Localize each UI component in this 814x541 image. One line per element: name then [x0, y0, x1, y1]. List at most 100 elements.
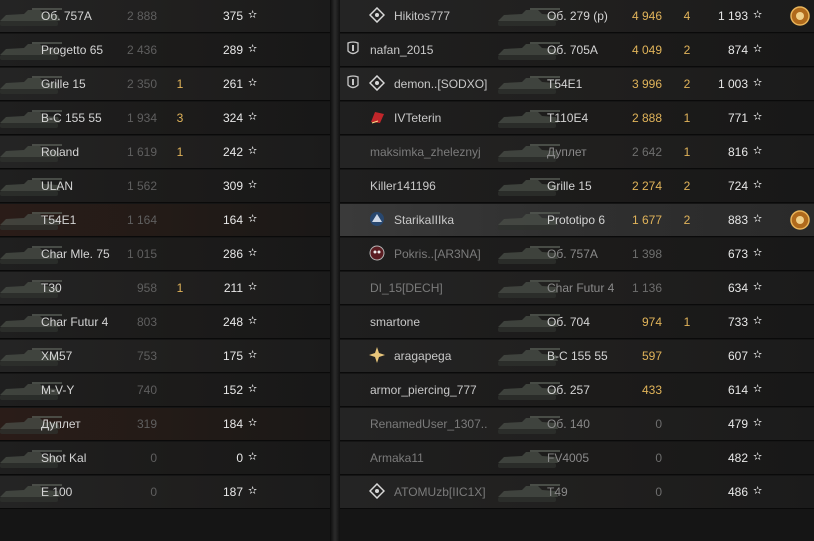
- vehicle-name: Дуплет: [41, 417, 81, 431]
- vehicle-name: Shot Kal: [41, 451, 87, 465]
- left-team-row[interactable]: Grille 15 2 350 1 261 ✫: [0, 68, 330, 101]
- xp-star-icon: ✫: [248, 281, 258, 293]
- xp-value: 482: [727, 451, 748, 465]
- player-name[interactable]: smartone: [370, 315, 490, 329]
- left-team-row[interactable]: T54E1 1 164 164 ✫: [0, 204, 330, 237]
- left-team-row[interactable]: Char Mle. 75 1 015 286 ✫: [0, 238, 330, 271]
- damage-value: 2 888: [631, 111, 662, 125]
- player-name[interactable]: aragapega: [394, 349, 514, 363]
- vehicle-name: B-C 155 55: [41, 111, 102, 125]
- left-team-row[interactable]: Дуплет 319 184 ✫: [0, 408, 330, 441]
- kills-value: 3: [176, 111, 184, 125]
- left-team-row[interactable]: Progetto 65 2 436 289 ✫: [0, 34, 330, 67]
- xp-star-icon: ✫: [248, 145, 258, 157]
- xp-star-icon: ✫: [248, 247, 258, 259]
- vehicle-name: XM57: [41, 349, 73, 363]
- damage-value: 958: [136, 281, 157, 295]
- xp-value: 733: [727, 315, 748, 329]
- right-team-row[interactable]: demon..[SODXO] T54E1 3 996 2 1 003 ✫: [340, 68, 814, 101]
- vehicle-name: FV4005: [547, 451, 590, 465]
- right-team-row[interactable]: Pokris..[AR3NA] Об. 757А 1 398 673 ✫: [340, 238, 814, 271]
- right-team-row[interactable]: Armaka11 FV4005 0 482 ✫: [340, 442, 814, 475]
- left-team-row[interactable]: E 100 0 187 ✫: [0, 476, 330, 509]
- left-team-row[interactable]: ULAN 1 562 309 ✫: [0, 170, 330, 203]
- right-team-row[interactable]: Killer141196 Grille 15 2 274 2 724 ✫: [340, 170, 814, 203]
- damage-value: 1 619: [126, 145, 157, 159]
- kills-value: 1: [683, 145, 691, 159]
- xp-value: 614: [727, 383, 748, 397]
- xp-value: 607: [727, 349, 748, 363]
- damage-value: 1 164: [126, 213, 157, 227]
- medal-icon: [790, 6, 810, 26]
- player-name[interactable]: Pokris..[AR3NA]: [394, 247, 514, 261]
- player-name[interactable]: RenamedUser_1307..: [370, 417, 490, 431]
- right-team-row[interactable]: maksimka_zheleznyj Дуплет 2 642 1 816 ✫: [340, 136, 814, 169]
- right-team-row[interactable]: RenamedUser_1307.. Об. 140 0 479 ✫: [340, 408, 814, 441]
- damage-value: 433: [641, 383, 662, 397]
- right-team-row[interactable]: aragapega B-C 155 55 597 607 ✫: [340, 340, 814, 373]
- damage-value: 803: [136, 315, 157, 329]
- vehicle-name: Char Futur 4: [547, 281, 615, 295]
- player-name[interactable]: Armaka11: [370, 451, 490, 465]
- damage-value: 1 677: [631, 213, 662, 227]
- left-team-row[interactable]: T30 958 1 211 ✫: [0, 272, 330, 305]
- right-team-row[interactable]: smartone Об. 704 974 1 733 ✫: [340, 306, 814, 339]
- kills-value: 1: [176, 77, 184, 91]
- kills-value: 1: [176, 145, 184, 159]
- right-team-row[interactable]: StarikaIIIka Prototipo 6 1 677 2 883 ✫: [340, 204, 814, 237]
- player-name[interactable]: ATOMUzb[IIC1X]: [394, 485, 514, 499]
- player-name[interactable]: Killer141196: [370, 179, 490, 193]
- vehicle-name: Об. 705А: [547, 43, 598, 57]
- xp-star-icon: ✫: [753, 145, 763, 157]
- vehicle-name: Об. 757А: [547, 247, 598, 261]
- right-team-row[interactable]: Hikitos777 Об. 279 (р) 4 946 4 1 193 ✫: [340, 0, 814, 33]
- kills-value: 2: [683, 77, 691, 91]
- left-team-row[interactable]: Об. 757А 2 888 375 ✫: [0, 0, 330, 33]
- vehicle-name: Об. 757А: [41, 9, 92, 23]
- xp-star-icon: ✫: [248, 417, 258, 429]
- damage-value: 2 888: [126, 9, 157, 23]
- player-name[interactable]: demon..[SODXO]: [394, 77, 514, 91]
- damage-value: 0: [655, 485, 662, 499]
- right-team-row[interactable]: IVTeterin T110E4 2 888 1 771 ✫: [340, 102, 814, 135]
- xp-star-icon: ✫: [248, 349, 258, 361]
- player-name[interactable]: armor_piercing_777: [370, 383, 490, 397]
- xp-star-icon: ✫: [248, 43, 258, 55]
- xp-star-icon: ✫: [753, 77, 763, 89]
- right-team-row[interactable]: armor_piercing_777 Об. 257 433 614 ✫: [340, 374, 814, 407]
- diamond-clan-icon: [369, 7, 385, 23]
- xp-value: 164: [222, 213, 243, 227]
- xp-star-icon: ✫: [753, 383, 763, 395]
- right-team-row[interactable]: nafan_2015 Об. 705А 4 049 2 874 ✫: [340, 34, 814, 67]
- player-name[interactable]: Hikitos777: [394, 9, 514, 23]
- player-name[interactable]: StarikaIIIka: [394, 213, 514, 227]
- vehicle-name: B-C 155 55: [547, 349, 608, 363]
- right-team-row[interactable]: DI_15[DECH] Char Futur 4 1 136 634 ✫: [340, 272, 814, 305]
- left-team-row[interactable]: XM57 753 175 ✫: [0, 340, 330, 373]
- left-team-row[interactable]: B-C 155 55 1 934 3 324 ✫: [0, 102, 330, 135]
- xp-star-icon: ✫: [248, 179, 258, 191]
- damage-value: 1 015: [126, 247, 157, 261]
- player-name[interactable]: DI_15[DECH]: [370, 281, 490, 295]
- xp-star-icon: ✫: [753, 281, 763, 293]
- xp-value: 152: [222, 383, 243, 397]
- xp-value: 874: [727, 43, 748, 57]
- xp-value: 673: [727, 247, 748, 261]
- vehicle-name: Об. 279 (р): [547, 9, 608, 23]
- xp-value: 184: [222, 417, 243, 431]
- player-name[interactable]: nafan_2015: [370, 43, 490, 57]
- left-team-row[interactable]: Shot Kal 0 0 ✫: [0, 442, 330, 475]
- player-name[interactable]: IVTeterin: [394, 111, 514, 125]
- right-team-row[interactable]: ATOMUzb[IIC1X] T49 0 486 ✫: [340, 476, 814, 509]
- left-team-row[interactable]: M-V-Y 740 152 ✫: [0, 374, 330, 407]
- damage-value: 974: [641, 315, 662, 329]
- vehicle-name: Roland: [41, 145, 80, 159]
- xp-value: 634: [727, 281, 748, 295]
- xp-value: 187: [222, 485, 243, 499]
- left-team-row[interactable]: Roland 1 619 1 242 ✫: [0, 136, 330, 169]
- player-name[interactable]: maksimka_zheleznyj: [370, 145, 490, 159]
- kills-value: 1: [683, 315, 691, 329]
- xp-star-icon: ✫: [753, 43, 763, 55]
- damage-value: 0: [150, 485, 157, 499]
- left-team-row[interactable]: Char Futur 4 803 248 ✫: [0, 306, 330, 339]
